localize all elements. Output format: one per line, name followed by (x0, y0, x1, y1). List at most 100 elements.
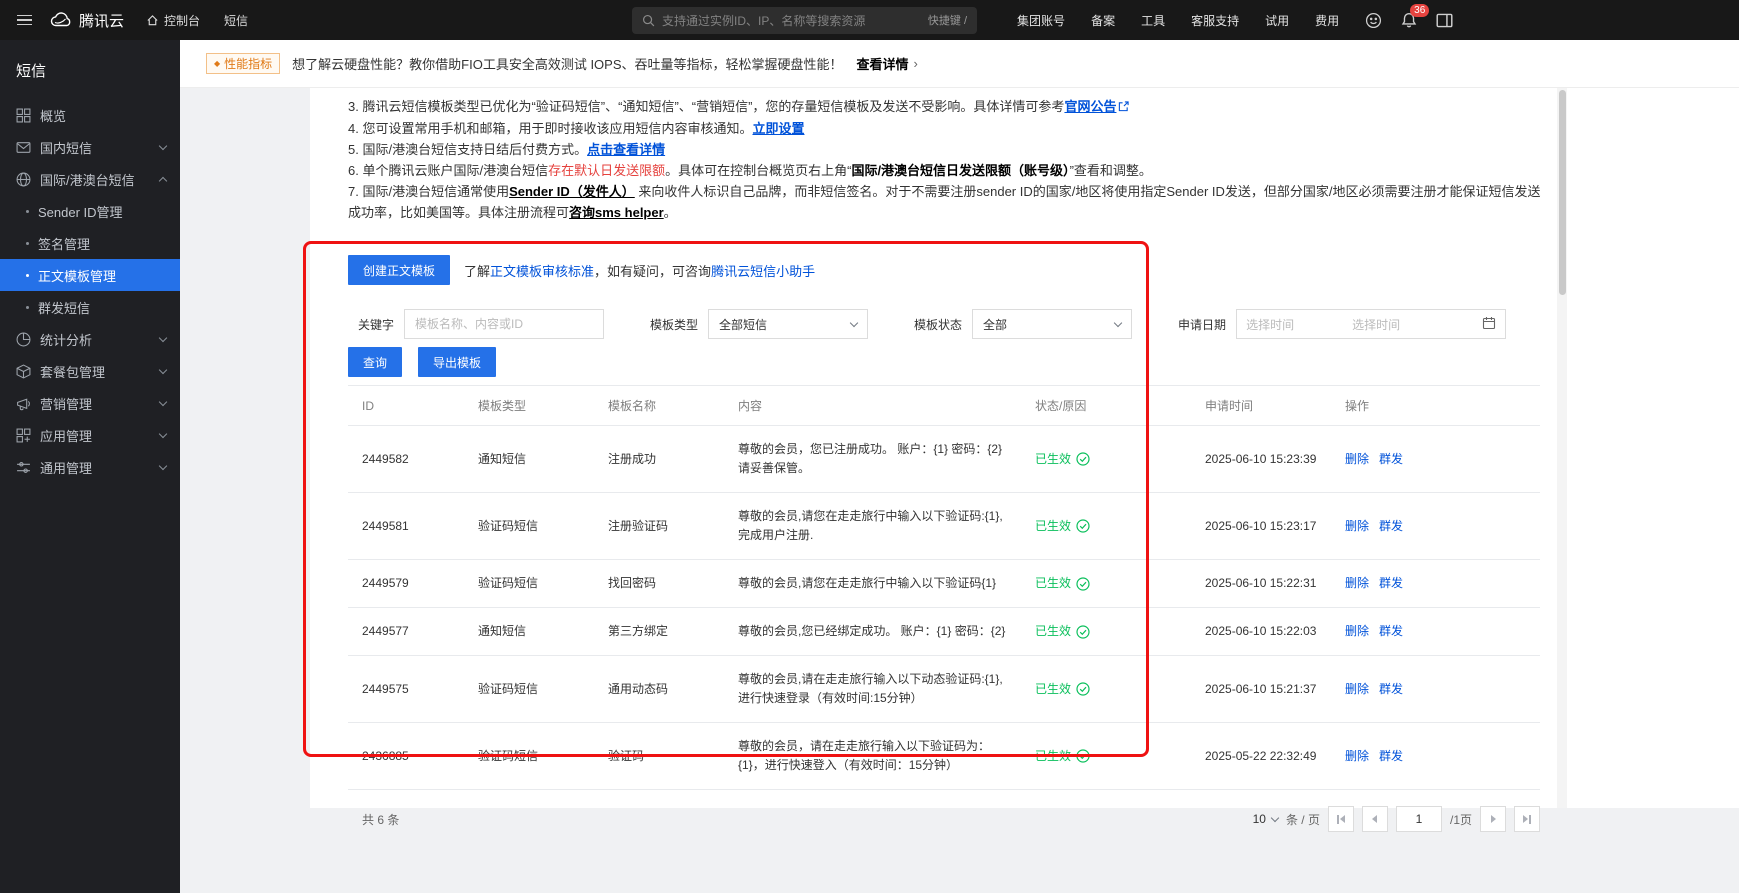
cell-type: 通知短信 (464, 426, 594, 493)
sidebar-item-app-management[interactable]: 应用管理 (0, 419, 180, 451)
delete-link[interactable]: 删除 (1345, 749, 1369, 763)
cell-content: 尊敬的会员,请在走走旅行输入以下动态验证码:{1},进行快速登录（有效时间:15… (724, 656, 1021, 723)
sidebar-item-intl-sms[interactable]: 国际/港澳台短信 (0, 163, 180, 195)
cell-time: 2025-06-10 15:22:03 (1191, 608, 1331, 656)
cell-status: 已生效 (1021, 723, 1191, 790)
create-template-button[interactable]: 创建正文模板 (348, 255, 450, 285)
notification-bell-icon[interactable]: 36 (1401, 12, 1417, 29)
bulk-send-link[interactable]: 群发 (1379, 682, 1403, 696)
cell-time: 2025-06-10 15:23:39 (1191, 426, 1331, 493)
official-announcement-link[interactable]: 官网公告 (1064, 99, 1116, 114)
cell-name: 注册验证码 (594, 493, 724, 560)
cell-status: 已生效 (1021, 656, 1191, 723)
topbar-link-trial[interactable]: 试用 (1265, 12, 1289, 29)
app-tab-sms[interactable]: 短信 (212, 0, 260, 40)
tencent-cloud-logo[interactable]: 腾讯云 (48, 10, 134, 31)
check-circle-icon (1076, 452, 1090, 466)
package-icon (16, 364, 31, 379)
promo-detail-label: 查看详情 (857, 54, 909, 73)
chevron-down-icon (1114, 318, 1122, 326)
header-id: ID (348, 386, 464, 426)
export-template-button[interactable]: 导出模板 (418, 347, 496, 377)
bulk-send-link[interactable]: 群发 (1379, 452, 1403, 466)
note-6: 6. 单个腾讯云账户国际/港澳台短信存在默认日发送限额。具体可在控制台概览页右上… (348, 160, 1546, 181)
header-name: 模板名称 (594, 386, 724, 426)
sidebar-item-signature[interactable]: 签名管理 (0, 227, 180, 259)
sliders-icon (16, 460, 31, 475)
delete-link[interactable]: 删除 (1345, 519, 1369, 533)
first-page-button[interactable] (1328, 806, 1354, 832)
delete-link[interactable]: 删除 (1345, 624, 1369, 638)
keyword-input[interactable] (404, 309, 604, 339)
console-layout-icon[interactable] (1436, 13, 1453, 28)
next-page-button[interactable] (1480, 806, 1506, 832)
sms-assistant-link[interactable]: 腾讯云短信小助手 (711, 264, 815, 279)
table-row: 2449579 验证码短信 找回密码 尊敬的会员,请您在走走旅行中输入以下验证码… (348, 560, 1540, 608)
sms-helper-link[interactable]: 咨询sms helper (569, 205, 664, 220)
query-button[interactable]: 查询 (348, 347, 402, 377)
promo-detail-link[interactable]: 查看详情 › (857, 54, 918, 73)
bulk-send-link[interactable]: 群发 (1379, 624, 1403, 638)
sidebar-item-overview[interactable]: 概览 (0, 99, 180, 131)
cell-name: 第三方绑定 (594, 608, 724, 656)
sidebar-item-sender-id[interactable]: Sender ID管理 (0, 195, 180, 227)
calendar-icon (1482, 316, 1496, 333)
delete-link[interactable]: 删除 (1345, 576, 1369, 590)
page-number-input[interactable] (1396, 806, 1442, 832)
sidebar-item-statistics[interactable]: 统计分析 (0, 323, 180, 355)
topbar-link-group-account[interactable]: 集团账号 (1017, 12, 1065, 29)
chevron-down-icon (159, 333, 167, 341)
check-circle-icon (1076, 682, 1090, 696)
sidebar-item-package[interactable]: 套餐包管理 (0, 355, 180, 387)
chevron-down-icon (1271, 813, 1279, 821)
topbar-link-tools[interactable]: 工具 (1141, 12, 1165, 29)
prev-page-button[interactable] (1362, 806, 1388, 832)
content-scrollbar[interactable] (1557, 88, 1567, 808)
check-circle-icon (1076, 625, 1090, 639)
sender-id-link[interactable]: Sender ID（发件人） (509, 184, 635, 199)
template-toolbar: 创建正文模板 了解正文模板审核标准，如有疑问，可咨询腾讯云短信小助手 (348, 255, 1556, 285)
scrollbar-thumb[interactable] (1559, 90, 1566, 295)
global-search-input[interactable]: 支持通过实例ID、IP、名称等搜索资源 快捷键 / (632, 7, 977, 34)
delete-link[interactable]: 删除 (1345, 452, 1369, 466)
bullet-dot (26, 306, 29, 309)
bullet-dot (26, 210, 29, 213)
sidebar-item-marketing[interactable]: 营销管理 (0, 387, 180, 419)
external-link-icon (1118, 100, 1129, 115)
topbar-link-billing[interactable]: 费用 (1315, 12, 1339, 29)
topbar-link-icp[interactable]: 备案 (1091, 12, 1115, 29)
template-type-value: 全部短信 (719, 316, 767, 333)
cell-id: 2436885 (348, 723, 464, 790)
sidebar-item-body-template[interactable]: 正文模板管理 (0, 259, 180, 291)
assistant-smile-icon[interactable] (1365, 12, 1382, 29)
bulk-send-link[interactable]: 群发 (1379, 576, 1403, 590)
review-standard-link[interactable]: 正文模板审核标准 (490, 264, 594, 279)
chevron-down-icon (159, 141, 167, 149)
last-page-button[interactable] (1514, 806, 1540, 832)
table-row: 2436885 验证码短信 验证码 尊敬的会员，请在走走旅行输入以下验证码为：{… (348, 723, 1540, 790)
sidebar-item-general-management[interactable]: 通用管理 (0, 451, 180, 483)
topbar-link-support[interactable]: 客服支持 (1191, 12, 1239, 29)
note-3: 3. 腾讯云短信模板类型已优化为“验证码短信”、“通知短信”、“营销短信”，您的… (348, 96, 1546, 118)
delete-link[interactable]: 删除 (1345, 682, 1369, 696)
chevron-down-icon (159, 397, 167, 405)
promo-text: 想了解云硬盘性能？教你借助FIO工具安全高效测试 IOPS、吞吐量等指标，轻松掌… (292, 54, 842, 73)
view-details-link[interactable]: 点击查看详情 (587, 142, 665, 157)
sidebar-item-bulk-sms[interactable]: 群发短信 (0, 291, 180, 323)
cell-type: 验证码短信 (464, 723, 594, 790)
setup-now-link[interactable]: 立即设置 (752, 121, 804, 136)
bulk-send-link[interactable]: 群发 (1379, 749, 1403, 763)
chevron-down-icon (159, 365, 167, 373)
home-icon (146, 14, 159, 27)
hamburger-menu-icon[interactable] (0, 0, 48, 40)
sidebar-item-domestic-sms[interactable]: 国内短信 (0, 131, 180, 163)
page-size-select[interactable]: 10 (1253, 812, 1278, 826)
console-link[interactable]: 控制台 (134, 0, 212, 40)
date-range-picker[interactable]: 选择时间 选择时间 (1236, 309, 1506, 339)
template-status-select[interactable]: 全部 (972, 309, 1132, 339)
bulk-send-link[interactable]: 群发 (1379, 519, 1403, 533)
cell-name: 验证码 (594, 723, 724, 790)
template-type-select[interactable]: 全部短信 (708, 309, 868, 339)
cell-time: 2025-06-10 15:21:37 (1191, 656, 1331, 723)
note-4: 4. 您可设置常用手机和邮箱，用于即时接收该应用短信内容审核通知。立即设置 (348, 118, 1546, 139)
